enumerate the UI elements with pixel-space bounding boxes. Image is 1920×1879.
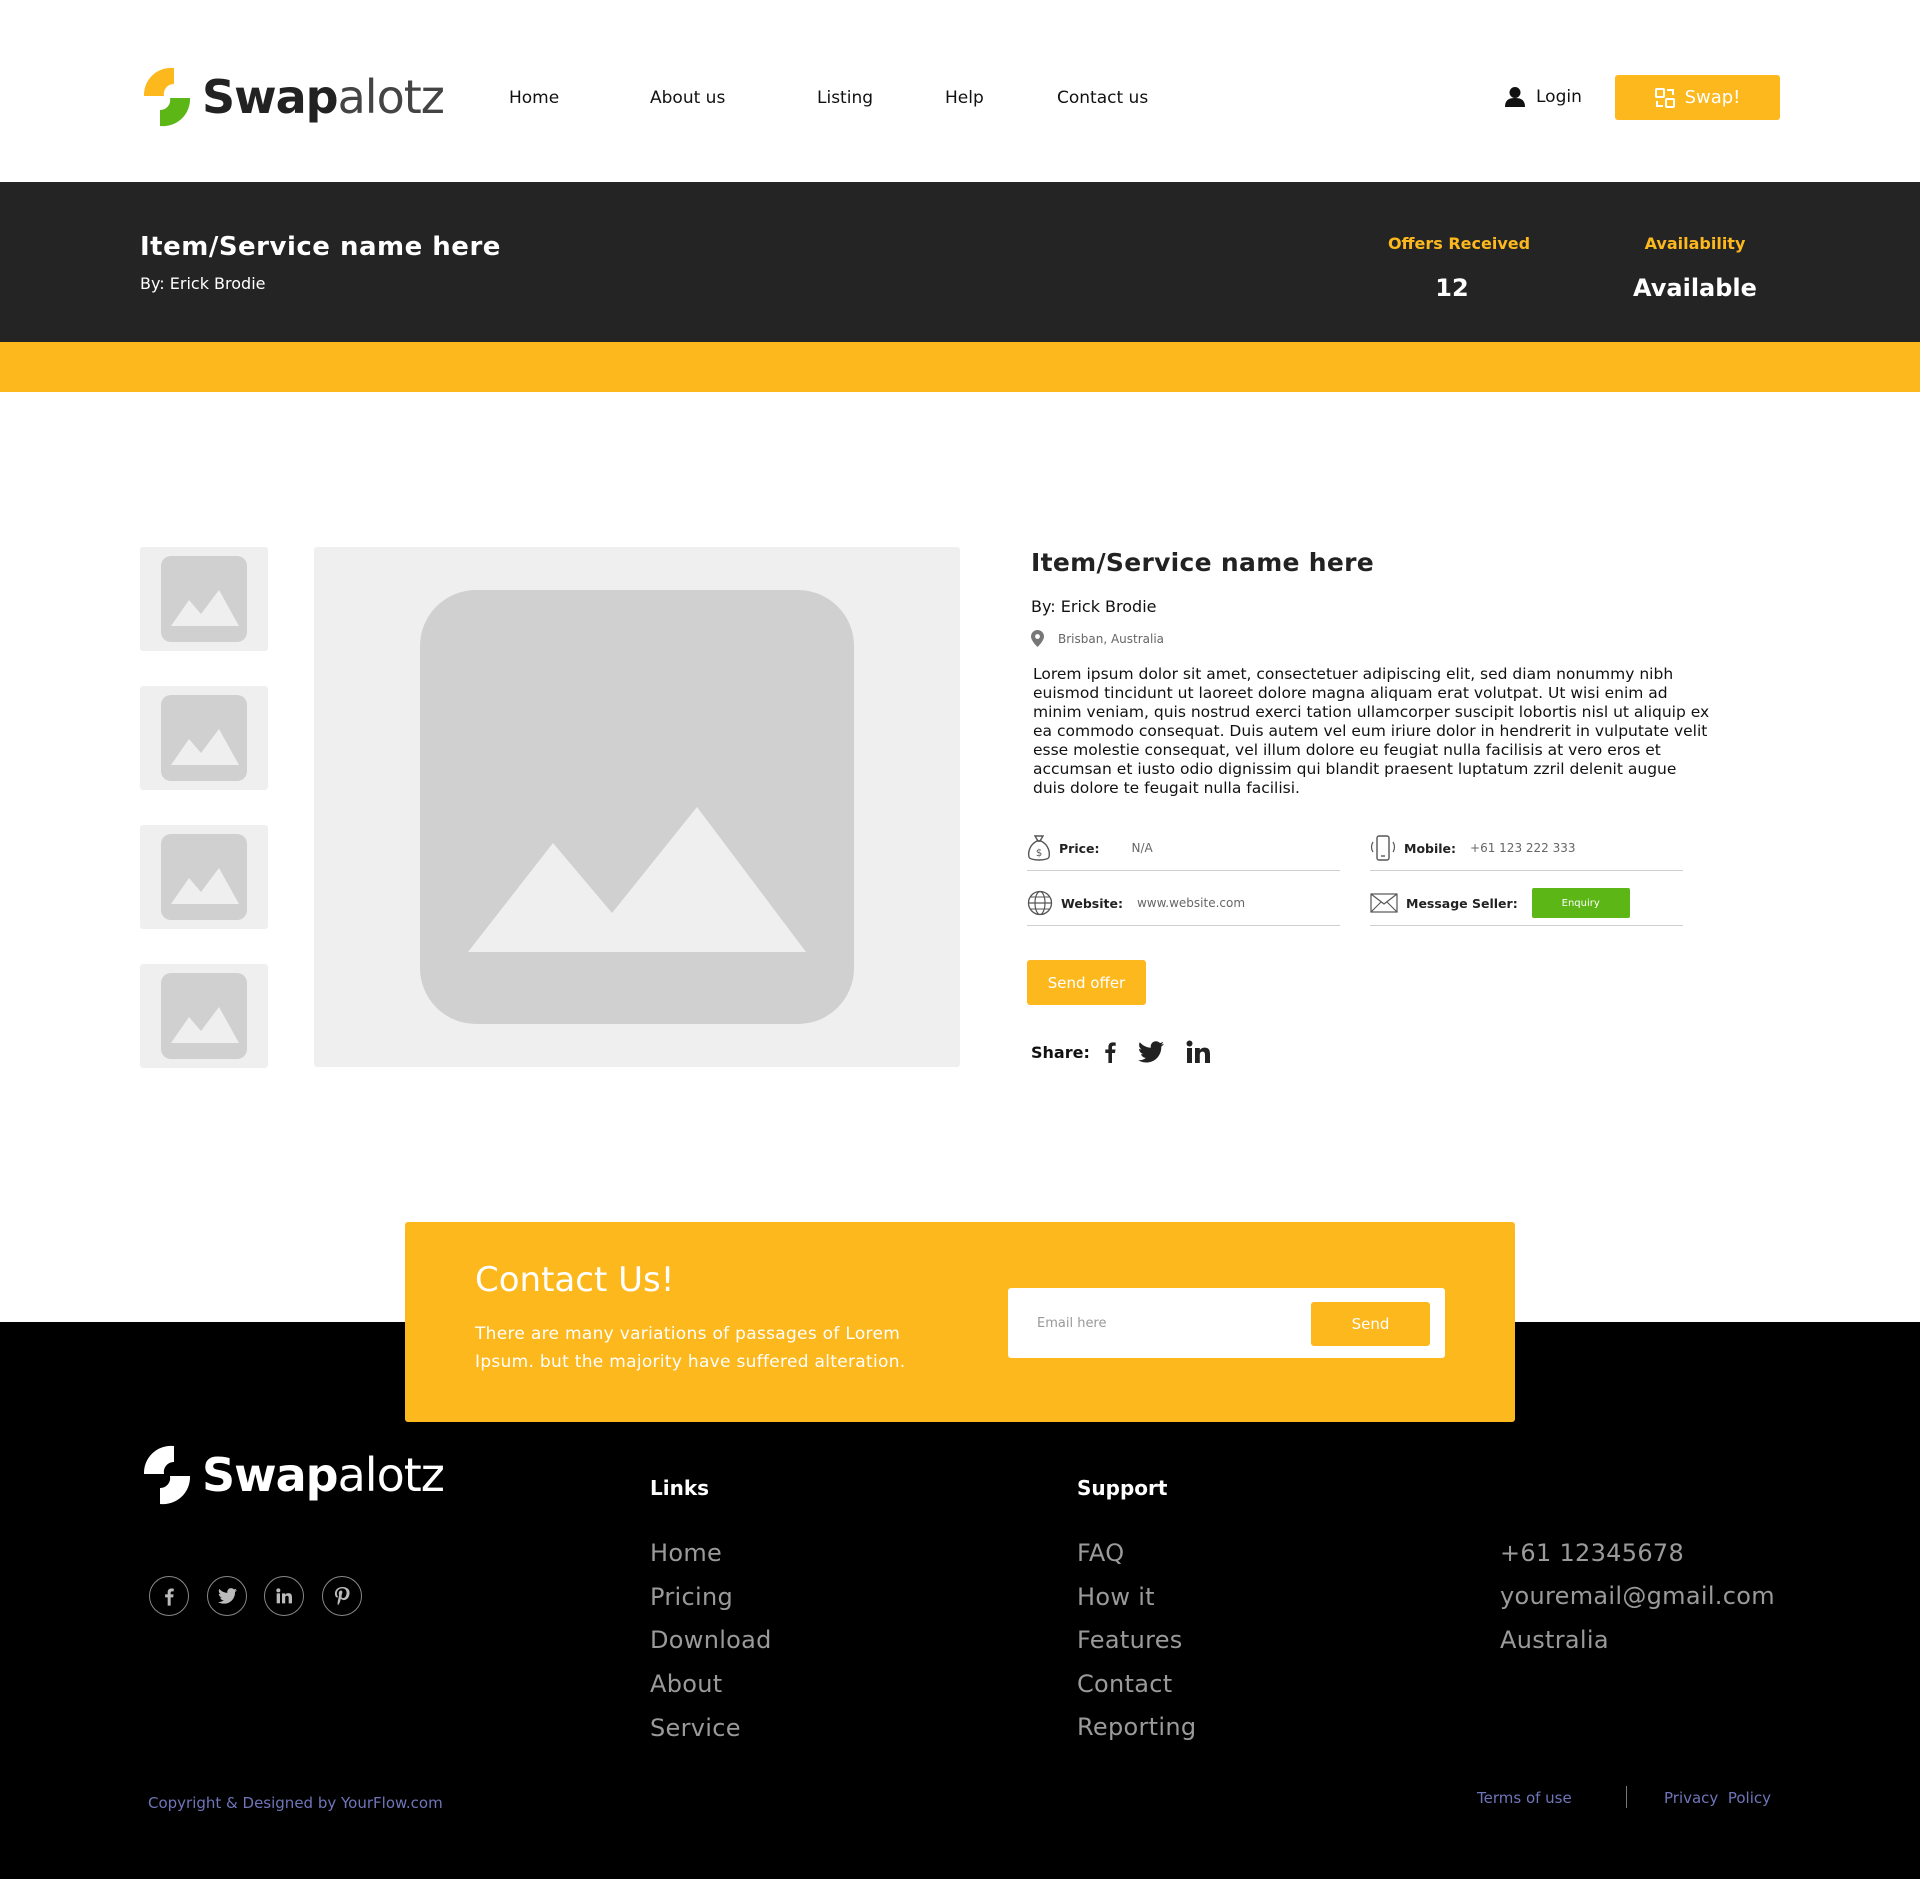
privacy-link[interactable]: Privacy Policy xyxy=(1664,1789,1771,1807)
footer-divider xyxy=(1626,1786,1627,1808)
location-pin-icon xyxy=(1031,630,1044,647)
mobile-row: Mobile: +61 123 222 333 xyxy=(1370,826,1683,871)
swap-icon xyxy=(1654,87,1675,108)
site-header: Swapalotz Home About us Listing Help Con… xyxy=(0,0,1920,182)
twitter-share-icon[interactable] xyxy=(1137,1041,1164,1063)
price-label: Price: xyxy=(1059,840,1100,856)
swap-label: Swap! xyxy=(1684,87,1741,108)
twitter-social-icon[interactable] xyxy=(207,1576,247,1616)
money-bag-icon: $ xyxy=(1028,835,1050,861)
nav-home[interactable]: Home xyxy=(509,88,559,108)
gallery-thumbnail[interactable] xyxy=(140,825,268,929)
terms-link[interactable]: Terms of use xyxy=(1477,1789,1572,1807)
mobile-phone-icon xyxy=(1370,835,1396,861)
login-button[interactable]: Login xyxy=(1504,86,1582,108)
header-logo[interactable]: Swapalotz xyxy=(140,62,445,132)
footer-email[interactable]: youremail@gmail.com xyxy=(1500,1582,1775,1610)
website-label: Website: xyxy=(1061,895,1123,911)
facebook-social-icon[interactable] xyxy=(149,1576,189,1616)
item-location: Brisban, Australia xyxy=(1031,630,1164,647)
share-label: Share: xyxy=(1031,1042,1090,1062)
footer-link-reporting[interactable]: Reporting xyxy=(1077,1713,1196,1741)
footer-link-home[interactable]: Home xyxy=(650,1539,722,1567)
nav-listing[interactable]: Listing xyxy=(817,88,873,108)
nav-help[interactable]: Help xyxy=(945,88,984,108)
message-seller-row: Message Seller: Enquiry xyxy=(1370,881,1683,926)
nav-contact-us[interactable]: Contact us xyxy=(1057,88,1148,108)
newsletter-form: Send xyxy=(1008,1288,1445,1358)
svg-text:$: $ xyxy=(1036,848,1042,859)
image-placeholder-icon xyxy=(420,590,854,1024)
item-description: Lorem ipsum dolor sit amet, consectetuer… xyxy=(1033,665,1710,797)
logo-mark-icon xyxy=(143,67,191,127)
logo-text: Swapalotz xyxy=(202,70,445,124)
contact-title: Contact Us! xyxy=(475,1260,675,1300)
footer-phone: +61 12345678 xyxy=(1500,1539,1685,1567)
logo-text: Swapalotz xyxy=(202,1448,445,1502)
image-placeholder-icon xyxy=(161,973,247,1059)
footer-link-service[interactable]: Service xyxy=(650,1714,741,1742)
offers-received-value: 12 xyxy=(1435,274,1469,302)
image-placeholder-icon xyxy=(161,834,247,920)
linkedin-social-icon[interactable] xyxy=(264,1576,304,1616)
mobile-value: +61 123 222 333 xyxy=(1470,841,1576,855)
price-value: N/A xyxy=(1131,841,1153,855)
copyright-text: Copyright & Designed by YourFlow.com xyxy=(148,1794,443,1812)
website-row: Website: www.website.com xyxy=(1027,881,1340,926)
contact-text: There are many variations of passages of… xyxy=(475,1324,906,1372)
send-button[interactable]: Send xyxy=(1311,1302,1430,1346)
swap-button[interactable]: Swap! xyxy=(1615,75,1780,120)
share-row: Share: xyxy=(1031,1040,1232,1064)
pinterest-social-icon[interactable] xyxy=(322,1576,362,1616)
website-value[interactable]: www.website.com xyxy=(1137,896,1245,910)
logo-mark-icon xyxy=(143,1445,191,1505)
support-heading: Support xyxy=(1077,1476,1168,1500)
gallery-thumbnail[interactable] xyxy=(140,547,268,651)
footer-link-features[interactable]: Features xyxy=(1077,1626,1183,1654)
image-placeholder-icon xyxy=(161,695,247,781)
footer-link-how-it[interactable]: How it xyxy=(1077,1583,1155,1611)
contact-card: Contact Us! There are many variations of… xyxy=(405,1222,1515,1422)
globe-icon xyxy=(1027,890,1053,916)
enquiry-button[interactable]: Enquiry xyxy=(1531,888,1630,918)
links-heading: Links xyxy=(650,1476,710,1500)
send-offer-button[interactable]: Send offer xyxy=(1027,960,1146,1005)
email-input[interactable] xyxy=(1028,1302,1298,1344)
item-author: By: Erick Brodie xyxy=(1031,597,1157,616)
item-title: Item/Service name here xyxy=(1031,548,1375,577)
banner-author: By: Erick Brodie xyxy=(140,274,266,293)
availability-value: Available xyxy=(1633,274,1757,302)
mobile-label: Mobile: xyxy=(1404,840,1457,856)
footer-link-pricing[interactable]: Pricing xyxy=(650,1583,733,1611)
price-row: $ Price: N/A xyxy=(1027,826,1340,871)
nav-about-us[interactable]: About us xyxy=(650,88,725,108)
envelope-icon xyxy=(1370,893,1398,913)
offers-received-label: Offers Received xyxy=(1387,234,1531,253)
banner-title: Item/Service name here xyxy=(140,232,501,262)
footer-link-download[interactable]: Download xyxy=(650,1626,772,1654)
availability-label: Availability xyxy=(1644,234,1746,253)
user-icon xyxy=(1505,87,1525,107)
facebook-share-icon[interactable] xyxy=(1104,1041,1116,1063)
item-banner: Item/Service name here By: Erick Brodie … xyxy=(0,182,1920,342)
linkedin-share-icon[interactable] xyxy=(1186,1040,1210,1064)
message-seller-label: Message Seller: xyxy=(1406,895,1518,911)
footer-logo[interactable]: Swapalotz xyxy=(140,1440,445,1510)
gallery-thumbnail[interactable] xyxy=(140,686,268,790)
image-placeholder-icon xyxy=(161,556,247,642)
main-image xyxy=(314,547,960,1067)
login-label: Login xyxy=(1536,87,1582,107)
footer-country: Australia xyxy=(1500,1626,1609,1654)
accent-strip xyxy=(0,342,1920,392)
location-text: Brisban, Australia xyxy=(1058,631,1165,646)
footer-link-faq[interactable]: FAQ xyxy=(1077,1539,1124,1567)
gallery-thumbnail[interactable] xyxy=(140,964,268,1068)
footer-link-contact[interactable]: Contact xyxy=(1077,1670,1172,1698)
footer-link-about[interactable]: About xyxy=(650,1670,722,1698)
